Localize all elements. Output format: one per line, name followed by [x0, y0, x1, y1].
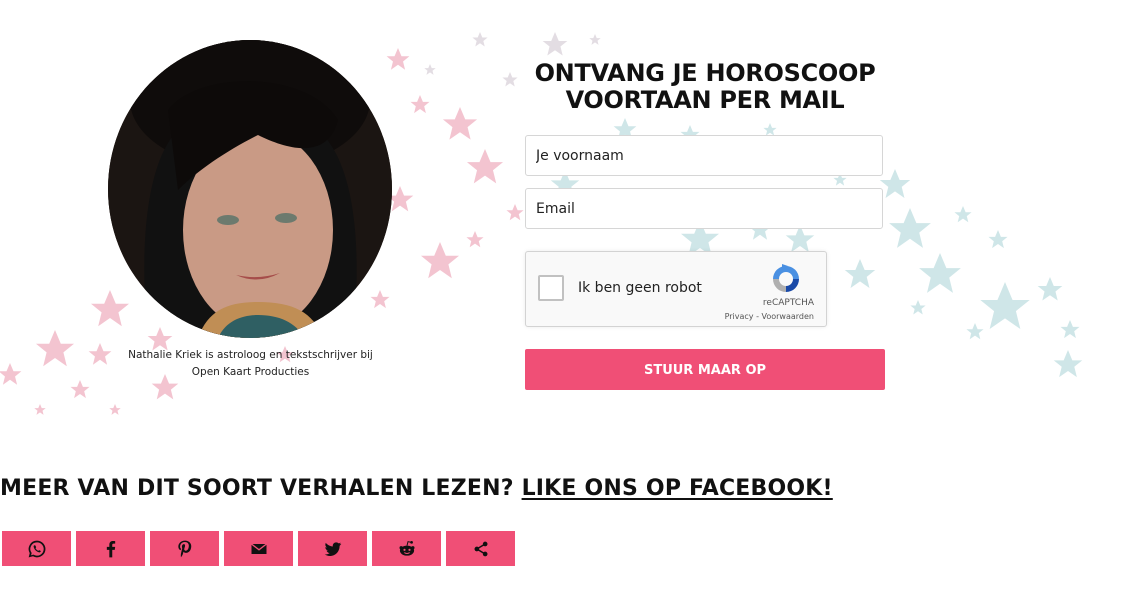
- first-name-input[interactable]: [525, 135, 883, 176]
- recaptcha-brand: reCAPTCHA: [762, 298, 814, 308]
- share-more-button[interactable]: [446, 531, 515, 566]
- submit-button[interactable]: STUUR MAAR OP: [525, 349, 885, 390]
- share-pinterest-button[interactable]: [150, 531, 219, 566]
- twitter-icon: [324, 541, 341, 556]
- promo-text: MEER VAN DIT SOORT VERHALEN LEZEN?: [0, 476, 522, 501]
- form-title: ONTVANG JE HOROSCOOP VOORTAAN PER MAIL: [534, 59, 876, 114]
- share-email-button[interactable]: [224, 531, 293, 566]
- share-icon: [474, 541, 487, 556]
- facebook-icon: [106, 540, 115, 557]
- share-facebook-button[interactable]: [76, 531, 145, 566]
- recaptcha-widget: Ik ben geen robot reCAPTCHA Privacy - Vo…: [525, 251, 827, 327]
- share-bar: [2, 531, 515, 566]
- recaptcha-logo-icon: [773, 264, 799, 292]
- author-photo: [108, 40, 392, 338]
- share-twitter-button[interactable]: [298, 531, 367, 566]
- pinterest-icon: [177, 540, 191, 557]
- facebook-like-link[interactable]: LIKE ONS OP FACEBOOK!: [522, 476, 833, 501]
- whatsapp-icon: [28, 540, 45, 557]
- email-icon: [250, 542, 267, 554]
- recaptcha-label: Ik ben geen robot: [578, 280, 702, 296]
- email-input[interactable]: [525, 188, 883, 229]
- reddit-icon: [399, 540, 414, 556]
- share-whatsapp-button[interactable]: [2, 531, 71, 566]
- recaptcha-checkbox[interactable]: [538, 275, 564, 301]
- photo-caption: Nathalie Kriek is astroloog en tekstschr…: [128, 349, 373, 378]
- share-reddit-button[interactable]: [372, 531, 441, 566]
- facebook-promo: MEER VAN DIT SOORT VERHALEN LEZEN? LIKE …: [0, 476, 833, 501]
- recaptcha-links[interactable]: Privacy - Voorwaarden: [725, 312, 814, 321]
